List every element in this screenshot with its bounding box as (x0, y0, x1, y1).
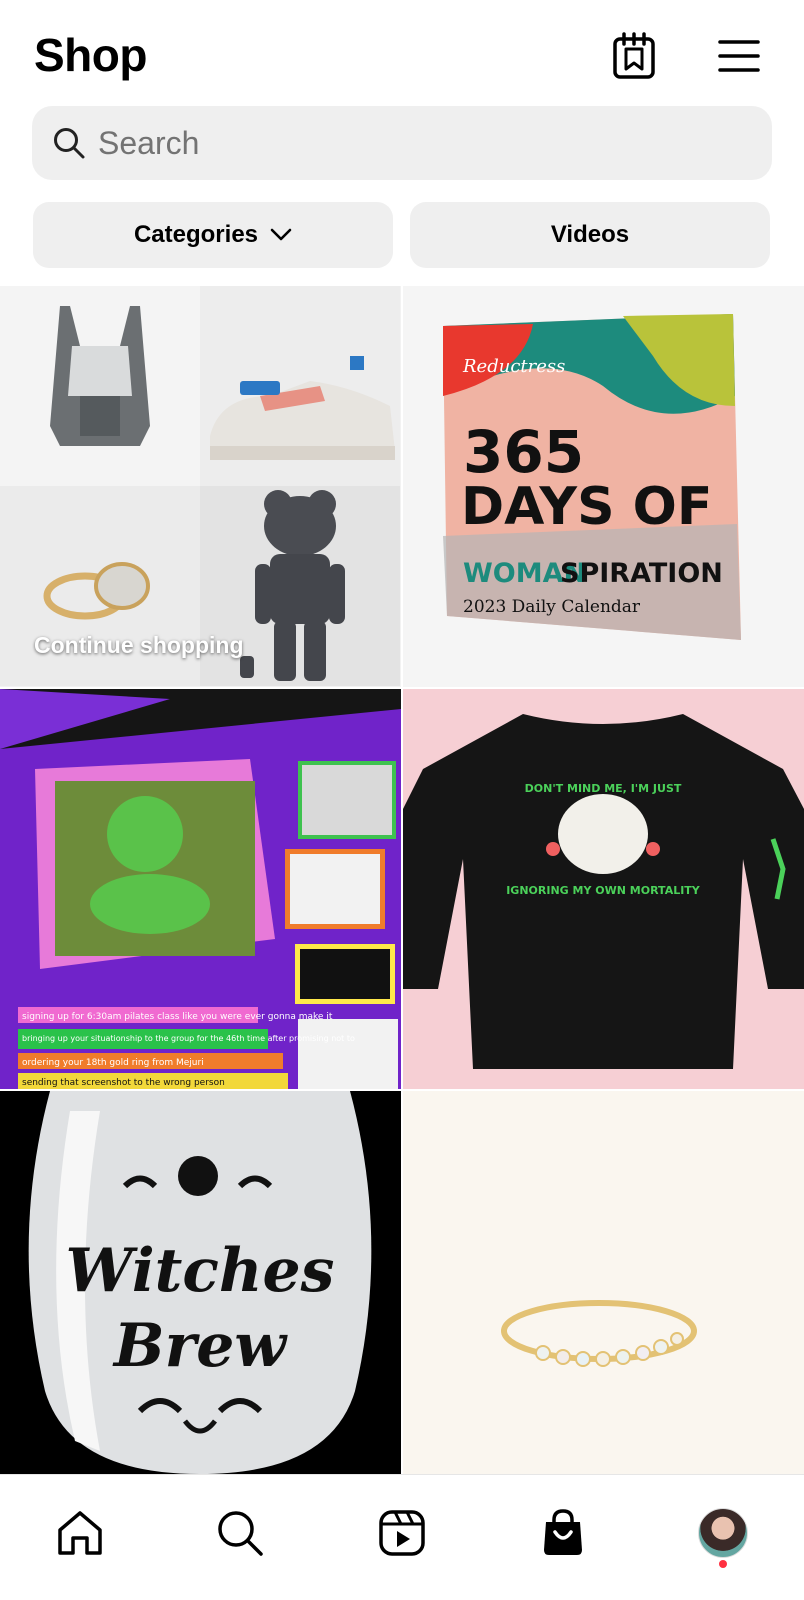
search-bar[interactable] (32, 106, 772, 180)
nav-reels[interactable] (372, 1503, 432, 1563)
hamburger-menu-icon (718, 40, 760, 72)
nav-search[interactable] (210, 1503, 270, 1563)
opal-ring-product-tile[interactable] (403, 1091, 804, 1474)
nav-home[interactable] (50, 1503, 110, 1563)
wine-glass-image: Witches Brew (28, 1091, 372, 1474)
wine-glass-product-tile[interactable]: Witches Brew (0, 1091, 401, 1474)
calendar-image: Reductress 365 DAYS OF WOMAN SPIRATION 2… (443, 314, 741, 640)
calendar-line1: 365 (463, 418, 584, 486)
product-grid: Continue shopping Reductress 365 DAYS OF… (0, 286, 804, 1474)
shirt-product-tile[interactable]: DON'T MIND ME, I'M JUST IGNORING MY OWN … (403, 689, 804, 1089)
header: Shop (0, 0, 804, 104)
search-icon (218, 1511, 263, 1556)
search-icon (54, 128, 85, 159)
glass-text-line1: Witches (66, 1236, 335, 1306)
reels-icon (379, 1510, 425, 1556)
meme-item-1: signing up for 6:30am pilates class like… (22, 1012, 333, 1022)
continue-shopping-tile[interactable]: Continue shopping (0, 286, 401, 687)
profile-avatar (698, 1508, 748, 1558)
calendar-line4: 2023 Daily Calendar (463, 597, 641, 617)
shirt-image: DON'T MIND ME, I'M JUST IGNORING MY OWN … (403, 714, 804, 1069)
shop-icon (544, 1509, 582, 1555)
videos-button[interactable]: Videos (410, 202, 770, 268)
calendar-product-tile[interactable]: Reductress 365 DAYS OF WOMAN SPIRATION 2… (403, 286, 804, 687)
calendar-line3b: SPIRATION (560, 558, 723, 589)
search-input[interactable] (98, 124, 738, 162)
sneaker-image (200, 286, 400, 486)
meme-collage-image: signing up for 6:30am pilates class like… (0, 689, 401, 1089)
home-icon (58, 1511, 102, 1555)
calendar-line2: DAYS OF (461, 477, 712, 537)
continue-shopping-label: Continue shopping (34, 632, 244, 658)
saved-button[interactable] (610, 30, 658, 82)
saved-collection-icon (613, 32, 655, 79)
bottom-navigation (0, 1474, 804, 1600)
nav-profile[interactable] (693, 1503, 753, 1563)
categories-label: Categories (133, 221, 259, 248)
chevron-down-icon (270, 228, 292, 241)
baby-carrier-image (0, 286, 200, 486)
shirt-text-bottom: IGNORING MY OWN MORTALITY (506, 884, 701, 897)
shirt-text-top: DON'T MIND ME, I'M JUST (525, 782, 682, 795)
nav-shop[interactable] (533, 1503, 593, 1563)
menu-button[interactable] (716, 36, 762, 76)
mejuri-meme-tile[interactable]: signing up for 6:30am pilates class like… (0, 689, 401, 1089)
opal-ring-image (501, 1300, 697, 1367)
meme-item-4: sending that screenshot to the wrong per… (22, 1078, 225, 1088)
calendar-brand: Reductress (462, 356, 565, 377)
categories-button[interactable]: Categories (33, 202, 393, 268)
videos-label: Videos (550, 221, 630, 248)
page-title: Shop (34, 29, 147, 81)
meme-item-3: ordering your 18th gold ring from Mejuri (22, 1058, 204, 1068)
glass-text-line2: Brew (112, 1311, 288, 1381)
notification-dot (719, 1560, 727, 1568)
meme-item-2: bringing up your situationship to the gr… (22, 1034, 355, 1043)
